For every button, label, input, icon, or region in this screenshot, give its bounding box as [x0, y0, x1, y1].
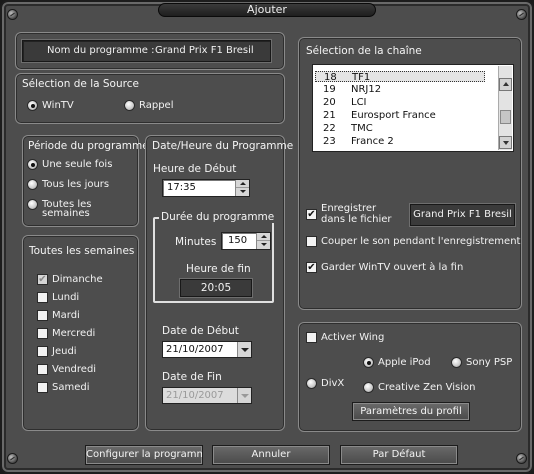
screw-icon — [7, 9, 18, 20]
radio-empty-icon — [27, 199, 38, 210]
source-radio-wintv[interactable]: WinTV — [27, 100, 74, 111]
radio-selected-icon — [27, 159, 38, 170]
day-checkbox-mercredi[interactable]: Mercredi — [37, 328, 95, 339]
duration-title: Durée du programme — [159, 211, 277, 223]
channel-list-item[interactable]: 18 TF1 — [315, 71, 485, 83]
minutes-spinner[interactable] — [256, 233, 270, 249]
cancel-button[interactable]: Annuler — [212, 445, 330, 465]
program-name-label: Nom du programme : — [47, 45, 155, 56]
day-checkbox-dimanche[interactable]: Dimanche — [37, 274, 103, 285]
end-date-label: Date de Fin — [162, 371, 222, 383]
start-date-label: Date de Début — [162, 325, 239, 337]
day-checkbox-mardi[interactable]: Mardi — [37, 310, 80, 321]
spin-down-icon[interactable] — [257, 241, 270, 249]
checkbox-empty-icon — [306, 332, 317, 343]
record-to-file-checkbox[interactable] — [306, 209, 321, 220]
profile-settings-button[interactable]: Paramètres du profil — [352, 402, 470, 421]
channel-list-item[interactable]: 21 Eurosport France — [315, 110, 485, 121]
checkbox-empty-icon — [37, 364, 48, 375]
datetime-title: Date/Heure du Programme — [152, 140, 294, 152]
source-title: Sélection de la Source — [22, 78, 139, 90]
period-title: Période du programme — [28, 140, 149, 152]
default-button[interactable]: Par Défaut — [340, 445, 458, 465]
minutes-input[interactable]: 150 — [221, 232, 271, 250]
record-file-field[interactable]: Grand Prix F1 Bresil — [410, 204, 515, 226]
radio-empty-icon — [363, 382, 374, 393]
source-radio-rappel[interactable]: Rappel — [124, 100, 173, 111]
channel-list-scrollbar[interactable] — [498, 66, 512, 150]
wing-radio-ipod[interactable]: Apple iPod — [363, 357, 431, 368]
radio-selected-icon — [27, 100, 38, 111]
checkbox-empty-icon — [37, 310, 48, 321]
screw-icon — [516, 9, 527, 20]
wing-radio-psp[interactable]: Sony PSP — [451, 357, 512, 368]
wing-radio-zen[interactable]: Creative Zen Vision — [363, 382, 475, 393]
scroll-down-icon[interactable] — [499, 136, 512, 149]
configure-button[interactable]: Configurer la programmation — [85, 445, 203, 465]
checkbox-empty-icon — [37, 292, 48, 303]
weekly-title: Toutes les semaines — [29, 245, 135, 257]
radio-empty-icon — [27, 179, 38, 190]
wing-radio-divx[interactable]: DivX — [306, 378, 344, 389]
channel-list-item[interactable]: 22 TMC — [315, 123, 485, 134]
dropdown-arrow-icon[interactable] — [237, 342, 251, 357]
period-weekly-label-line2: semaines — [42, 208, 90, 219]
checkbox-empty-icon — [37, 382, 48, 393]
minutes-label: Minutes — [175, 236, 217, 248]
start-time-input[interactable]: 17:35 — [162, 179, 250, 197]
checkbox-empty-icon — [37, 346, 48, 357]
program-name-field: Nom du programme : Grand Prix F1 Bresil — [22, 40, 271, 62]
radio-empty-icon — [124, 100, 135, 111]
mute-checkbox[interactable]: Couper le son pendant l'enregistrement — [306, 236, 520, 247]
source-panel: Sélection de la Source — [15, 73, 285, 124]
channel-list-item[interactable]: 20 LCI — [315, 97, 485, 108]
channel-list-item[interactable]: 23 France 2 — [315, 136, 485, 147]
channel-list[interactable]: 18 TF1 19 NRJ12 20 LCI 21 Eurosport France 2… — [312, 64, 514, 152]
end-time-label: Heure de fin — [186, 263, 251, 275]
keep-open-checkbox[interactable]: Garder WinTV ouvert à la fin — [306, 262, 463, 273]
spin-up-icon[interactable] — [257, 233, 270, 241]
checkbox-empty-icon — [37, 328, 48, 339]
spin-up-icon[interactable] — [236, 180, 249, 188]
channel-list-item[interactable]: 19 NRJ12 — [315, 84, 485, 95]
checkbox-checked-icon — [37, 274, 48, 285]
wing-enable-checkbox[interactable]: Activer Wing — [306, 332, 384, 343]
period-radio-daily[interactable]: Tous les jours — [27, 179, 109, 190]
radio-empty-icon — [451, 357, 462, 368]
end-time-value: 20:05 — [180, 279, 252, 297]
window-title: Ajouter — [158, 3, 376, 17]
record-label-line1: Enregistrer — [321, 203, 377, 214]
start-date-picker[interactable]: 21/10/2007 — [162, 341, 252, 358]
screw-icon — [516, 453, 527, 464]
scroll-up-icon[interactable] — [499, 78, 512, 91]
scroll-thumb[interactable] — [500, 110, 511, 124]
day-checkbox-lundi[interactable]: Lundi — [37, 292, 79, 303]
day-checkbox-vendredi[interactable]: Vendredi — [37, 364, 96, 375]
checkbox-checked-icon — [306, 262, 317, 273]
day-checkbox-samedi[interactable]: Samedi — [37, 382, 90, 393]
spin-down-icon[interactable] — [236, 188, 249, 196]
record-label-line2: dans le fichier — [321, 214, 392, 225]
program-name-value: Grand Prix F1 Bresil — [155, 45, 254, 56]
end-date-picker[interactable]: 21/10/2007 — [162, 387, 252, 404]
radio-empty-icon — [306, 378, 317, 389]
screw-icon — [7, 453, 18, 464]
day-checkbox-jeudi[interactable]: Jeudi — [37, 346, 77, 357]
period-radio-once[interactable]: Une seule fois — [27, 159, 112, 170]
checkbox-checked-icon — [306, 209, 317, 220]
dropdown-arrow-icon[interactable] — [237, 388, 251, 403]
start-time-label: Heure de Début — [153, 163, 237, 175]
checkbox-empty-icon — [306, 236, 317, 247]
channel-title: Sélection de la chaîne — [306, 45, 422, 57]
radio-selected-icon — [363, 357, 374, 368]
start-time-spinner[interactable] — [235, 180, 249, 196]
